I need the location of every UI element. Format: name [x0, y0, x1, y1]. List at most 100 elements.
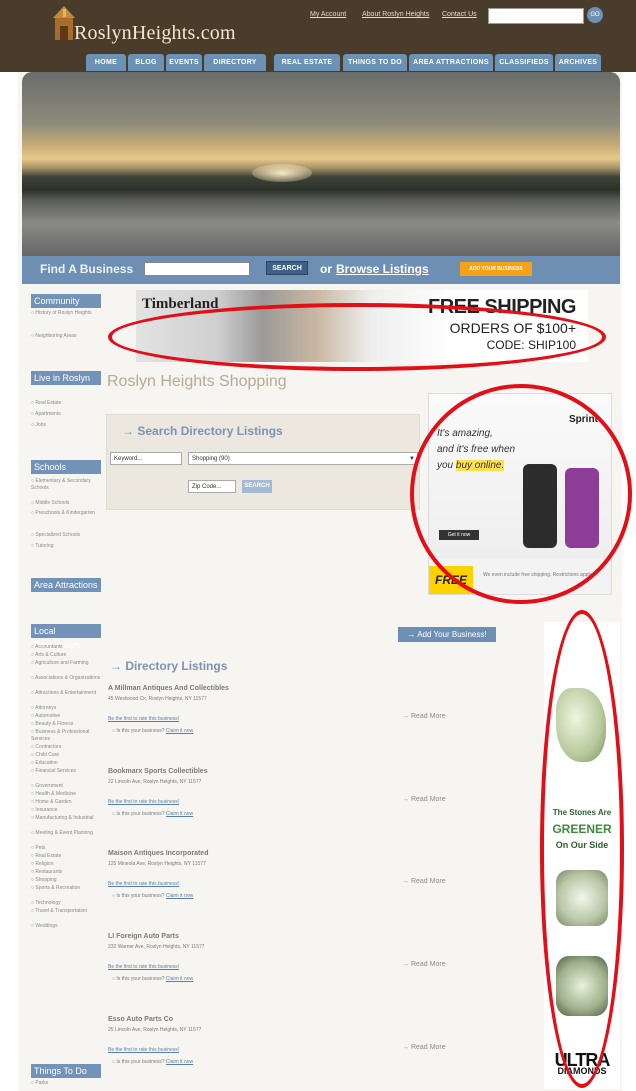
- rate-business-link[interactable]: Be the first to rate this business!: [108, 1047, 179, 1053]
- read-more-link[interactable]: → Read More: [402, 713, 446, 720]
- hero-image: [22, 72, 620, 256]
- sidebar-item-local[interactable]: ○ Meeting & Event Planning: [31, 830, 101, 837]
- sidebar-item-local[interactable]: ○ Arts & Culture: [31, 652, 101, 659]
- contact-link[interactable]: Contact Us: [442, 11, 477, 18]
- find-search-button[interactable]: SEARCH: [266, 261, 308, 275]
- hero-sun: [252, 164, 312, 182]
- sidebar-item-local[interactable]: ○ Travel & Transportation: [31, 908, 101, 915]
- rate-business-link[interactable]: Be the first to rate this business!: [108, 881, 179, 887]
- right-arrow-icon: →: [110, 659, 126, 673]
- listing-name[interactable]: A Millman Antiques And Collectibles: [108, 685, 229, 692]
- listing-name[interactable]: LI Foreign Auto Parts: [108, 933, 179, 940]
- sidebar-item-preschools[interactable]: ○ Preschools & Kindergarten: [31, 510, 101, 517]
- listing-name[interactable]: Bookmarx Sports Collectibles: [108, 768, 208, 775]
- sidebar-item-real-estate[interactable]: ○ Real Estate: [31, 400, 101, 407]
- zip-code-input[interactable]: Zip Code...: [188, 480, 236, 493]
- sidebar-item-local[interactable]: ○ Insurance: [31, 807, 101, 814]
- site-logo[interactable]: RoslynHeights.com: [50, 4, 280, 44]
- sidebar-item-neighboring[interactable]: ○ Neighboring Areas: [31, 333, 101, 340]
- read-more-link[interactable]: → Read More: [402, 961, 446, 968]
- sidebar-item-local[interactable]: ○ Home & Garden: [31, 799, 101, 806]
- sidebar-item-specialized[interactable]: ○ Specialized Schools: [31, 532, 101, 539]
- read-more-link[interactable]: → Read More: [402, 796, 446, 803]
- sidebar-item-local[interactable]: ○ Business & Professional Services: [31, 729, 101, 743]
- sidebar-item-local[interactable]: ○ Manufacturing & Industrial: [31, 815, 101, 822]
- nav-tab-home[interactable]: HOME: [86, 54, 126, 71]
- sidebar-item-local[interactable]: ○ Accountants: [31, 644, 101, 651]
- site-search-input[interactable]: [488, 8, 584, 24]
- category-select[interactable]: Shopping (90) ▼: [188, 452, 418, 465]
- browse-listings-link[interactable]: Browse Listings: [336, 262, 429, 276]
- sidebar-item-local[interactable]: ○ Government: [31, 783, 101, 790]
- right-arrow-icon: →: [407, 630, 418, 639]
- search-button[interactable]: SEARCH: [242, 480, 272, 493]
- sidebar-item-local[interactable]: ○ Attorneys: [31, 705, 101, 712]
- sidebar-item-local[interactable]: ○ Real Estate: [31, 853, 101, 860]
- read-more-link[interactable]: → Read More: [402, 878, 446, 885]
- nav-tab-area-attractions[interactable]: AREA ATTRACTIONS: [409, 54, 493, 71]
- sidebar-item-local[interactable]: ○ Agriculture and Farming: [31, 660, 101, 667]
- listing-name[interactable]: Esso Auto Parts Co: [108, 1016, 173, 1023]
- about-link[interactable]: About Roslyn Heights: [362, 11, 429, 18]
- right-arrow-icon: →: [402, 796, 411, 803]
- claim-it-now-link[interactable]: Claim it now: [166, 976, 193, 982]
- sidebar-item-local[interactable]: ○ Shopping: [31, 877, 101, 884]
- claim-it-now-link[interactable]: Claim it now: [166, 893, 193, 899]
- main-nav: HOME BLOG EVENTS DIRECTORY REAL ESTATE T…: [0, 52, 636, 72]
- sidebar-item-local[interactable]: ○ Weddings: [31, 923, 101, 930]
- sidebar-item-local[interactable]: ○ Child Care: [31, 752, 101, 759]
- nav-tab-things-to-do[interactable]: THINGS TO DO: [343, 54, 407, 71]
- sidebar-item-local[interactable]: ○ Financial Services: [31, 768, 101, 775]
- sidebar-item-local[interactable]: ○ Technology: [31, 900, 101, 907]
- sidebar-item-local[interactable]: ○ Restaurants: [31, 869, 101, 876]
- sidebar-item-jobs[interactable]: ○ Jobs: [31, 422, 101, 429]
- sidebar-item-tutoring[interactable]: ○ Tutoring: [31, 543, 101, 550]
- nav-tab-real-estate[interactable]: REAL ESTATE: [274, 54, 340, 71]
- nav-tab-archives[interactable]: ARCHIVES: [555, 54, 601, 71]
- claim-it-now-link[interactable]: Claim it now: [166, 728, 193, 734]
- nav-tab-directory[interactable]: DIRECTORY: [204, 54, 266, 71]
- add-your-business-button[interactable]: → Add Your Business!: [398, 627, 496, 642]
- sidebar-item-local[interactable]: ○ Religion: [31, 861, 101, 868]
- sidebar-item-local[interactable]: ○ Education: [31, 760, 101, 767]
- claim-it-now-link[interactable]: Claim it now: [166, 1059, 193, 1065]
- sidebar-area-attractions-header[interactable]: Area Attractions: [31, 578, 101, 592]
- sidebar-community-header[interactable]: Community: [31, 294, 101, 308]
- nav-tab-classifieds[interactable]: CLASSIFIEDS: [495, 54, 553, 71]
- sidebar-item-local[interactable]: ○ Sports & Recreation: [31, 885, 101, 892]
- rate-business-link[interactable]: Be the first to rate this business!: [108, 964, 179, 970]
- claim-it-now-link[interactable]: Claim it now: [166, 811, 193, 817]
- my-account-link[interactable]: My Account: [310, 11, 346, 18]
- nav-tab-events[interactable]: EVENTS: [166, 54, 202, 71]
- sidebar-item-elementary[interactable]: ○ Elementary & Secondary Schools: [31, 478, 101, 492]
- right-arrow-icon: →: [402, 961, 411, 968]
- sidebar-item-parks[interactable]: ○ Parks: [31, 1080, 101, 1087]
- listing-name[interactable]: Maison Antiques Incorporated: [108, 850, 208, 857]
- sidebar-item-local[interactable]: ○ Attractions & Entertainment: [31, 690, 101, 697]
- read-more-link[interactable]: → Read More: [402, 1044, 446, 1051]
- rate-business-link[interactable]: Be the first to rate this business!: [108, 716, 179, 722]
- sidebar-item-middle[interactable]: ○ Middle Schools: [31, 500, 101, 507]
- sidebar-schools-header[interactable]: Schools: [31, 460, 101, 474]
- sidebar-item-local[interactable]: ○ Automotive: [31, 713, 101, 720]
- sidebar-things-header[interactable]: Things To Do: [31, 1064, 101, 1078]
- sidebar-item-local[interactable]: ○ Pets: [31, 845, 101, 852]
- sidebar-item-local[interactable]: ○ Health & Medicine: [31, 791, 101, 798]
- keyword-input[interactable]: Keyword...: [110, 452, 182, 465]
- sidebar-item-history[interactable]: ○ History of Roslyn Heights: [31, 310, 101, 317]
- find-business-input[interactable]: [144, 262, 250, 276]
- sidebar-live-header[interactable]: Live in Roslyn: [31, 371, 101, 385]
- sidebar-item-local[interactable]: ○ Contractors: [31, 744, 101, 751]
- sidebar-local-header[interactable]: Local Businesses: [31, 624, 101, 650]
- right-arrow-icon: →: [402, 878, 411, 885]
- add-your-business-top-button[interactable]: ADD YOUR BUSINESS: [460, 262, 532, 276]
- rate-business-link[interactable]: Be the first to rate this business!: [108, 799, 179, 805]
- sidebar-item-apartments[interactable]: ○ Apartments: [31, 411, 101, 418]
- nav-tab-blog[interactable]: BLOG: [128, 54, 164, 71]
- right-arrow-icon: →: [122, 424, 138, 438]
- go-button[interactable]: GO: [587, 7, 603, 23]
- find-business-bar: Find A Business SEARCH or Browse Listing…: [22, 256, 620, 284]
- sidebar-item-local[interactable]: ○ Beauty & Fitness: [31, 721, 101, 728]
- sidebar-item-local[interactable]: ○ Associations & Organizations: [31, 675, 101, 682]
- find-business-label: Find A Business: [40, 262, 134, 276]
